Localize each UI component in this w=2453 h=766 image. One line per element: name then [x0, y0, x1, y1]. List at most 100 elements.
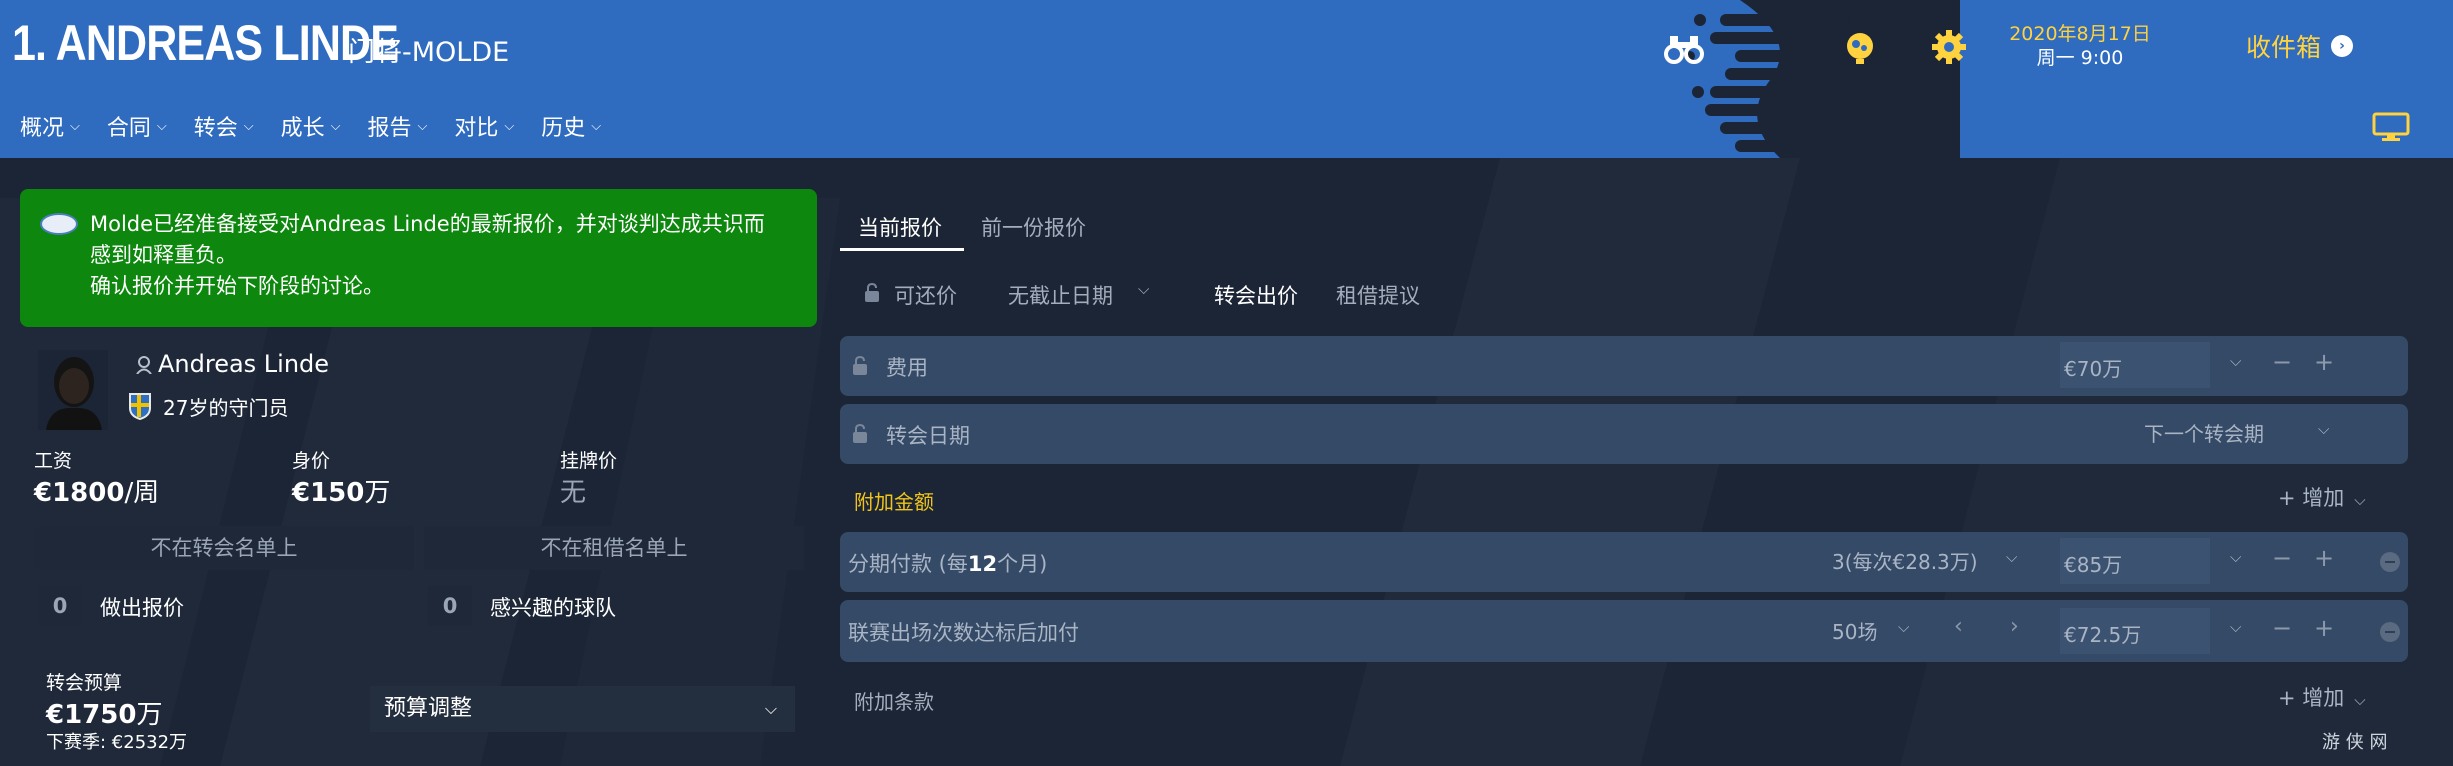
budget-unit: 万 — [136, 700, 163, 730]
chevron-down-icon[interactable]: ⌵ — [2230, 352, 2241, 370]
offer-accepted-notice[interactable]: Molde已经准备接受对Andreas Linde的最新报价，并对谈判达成共识而… — [20, 189, 817, 327]
nav-compare[interactable]: 对比 ⌵ — [454, 110, 514, 142]
chevron-down-icon[interactable]: ⌵ — [1898, 618, 1909, 636]
chevron-down-icon[interactable]: ⌵ — [2230, 548, 2241, 566]
nav-history[interactable]: 历史 ⌵ — [541, 110, 601, 142]
lock-icon[interactable] — [852, 424, 868, 444]
chevron-down-icon[interactable]: ⌵ — [2230, 618, 2241, 636]
date-time[interactable]: 2020年8月17日 周一 9:00 — [1990, 22, 2170, 70]
transfer-budget-value: €1750万 — [46, 694, 162, 731]
loan-offer-option[interactable]: 租借提议 — [1336, 280, 1420, 310]
add-label: 增加 — [2302, 486, 2345, 510]
appearances-input[interactable]: €72.5万 — [2060, 608, 2210, 654]
appearances-count[interactable]: 50场 — [1832, 616, 1877, 645]
chevron-down-icon[interactable]: ⌵ — [2318, 420, 2329, 438]
screen-icon[interactable] — [2372, 112, 2410, 142]
player-name[interactable]: Andreas Linde — [158, 350, 329, 378]
inbox-button[interactable]: 收件箱 › — [2246, 28, 2354, 64]
addons-heading: 附加金额 — [854, 490, 934, 514]
nav-development[interactable]: 成长 ⌵ — [281, 110, 341, 142]
header-stripes-decoration — [1685, 0, 1960, 158]
remove-icon[interactable] — [2380, 552, 2400, 572]
transfer-list-status: 不在转会名单上 — [34, 526, 414, 570]
deadline-dropdown[interactable]: 无截止日期 — [1008, 280, 1113, 310]
decrease-button[interactable]: − — [2272, 614, 2292, 642]
inbox-label: 收件箱 — [2246, 33, 2322, 62]
wage-label: 工资 — [34, 450, 73, 472]
football-icon[interactable] — [1842, 30, 1878, 66]
installments-count[interactable]: 3(每次€28.3万) — [1832, 546, 1978, 575]
interested-teams-count: 0 — [428, 586, 472, 626]
negotiable-toggle[interactable]: 可还价 — [894, 280, 957, 310]
fee-input[interactable]: €70万 — [2060, 342, 2210, 388]
nav-label: 概况 — [20, 116, 65, 141]
installments-label-c: 个月) — [997, 552, 1048, 576]
transfer-date-value[interactable]: 下一个转会期 — [2144, 418, 2264, 447]
chevron-down-icon: ⌵ — [1138, 280, 1150, 298]
value-unit: 万 — [364, 478, 391, 508]
clauses-heading: 附加条款 — [854, 690, 934, 714]
nav-transfer[interactable]: 转会 ⌵ — [194, 110, 254, 142]
notice-line-3: 确认报价并开始下阶段的讨论。 — [90, 274, 384, 298]
increase-button[interactable]: + — [2314, 544, 2334, 572]
transfer-date-row: 转会日期 下一个转会期 ⌵ — [840, 404, 2408, 464]
nav-label: 合同 — [106, 116, 151, 141]
plus-icon: + — [2278, 686, 2303, 710]
increase-button[interactable]: + — [2314, 614, 2334, 642]
notice-line-1: Molde已经准备接受对Andreas Linde的最新报价，并对谈判达成共识而 — [90, 212, 765, 236]
chevron-down-icon: ⌵ — [417, 118, 428, 134]
person-icon — [136, 356, 152, 374]
installments-label-a: 分期付款 (每 — [848, 552, 968, 576]
wage-unit: /周 — [124, 478, 160, 508]
chevron-down-icon[interactable]: ⌵ — [2006, 548, 2017, 566]
nav-overview[interactable]: 概况 ⌵ — [20, 110, 80, 142]
watermark: 游 侠 网 — [2322, 732, 2388, 753]
current-time: 周一 9:00 — [2036, 47, 2124, 69]
tab-current-offer[interactable]: 当前报价 — [858, 212, 942, 242]
remove-icon[interactable] — [2380, 622, 2400, 642]
chevron-right-icon: › — [2331, 35, 2354, 57]
value-label: 身价 — [292, 450, 331, 472]
decrease-button[interactable]: − — [2272, 544, 2292, 572]
offers-count: 0 — [38, 586, 82, 626]
plus-icon: + — [2278, 486, 2303, 510]
tab-underline — [840, 248, 964, 251]
chevron-down-icon: ⌵ — [330, 118, 341, 134]
nav-label: 成长 — [280, 116, 325, 141]
header-bar: 1. ANDREAS LINDE 门将-MOLDE 概况 ⌵ 合同 ⌵ 转会 ⌵ 成长… — [0, 0, 2453, 158]
transfer-offer-option[interactable]: 转会出价 — [1214, 280, 1298, 310]
chevron-down-icon: ⌵ — [70, 118, 80, 134]
nav-reports[interactable]: 报告 ⌵ — [368, 110, 428, 142]
chevron-left-icon[interactable]: ‹ — [1954, 614, 1963, 639]
fee-value: €70万 — [2064, 357, 2123, 381]
club-logo-icon — [40, 213, 78, 235]
nav-label: 报告 — [367, 116, 412, 141]
wage-amount: €1800 — [34, 478, 125, 508]
appearances-label: 联赛出场次数达标后加付 — [848, 621, 1079, 645]
add-addon-button[interactable]: + 增加 ⌵ — [2278, 482, 2366, 512]
lock-icon[interactable] — [852, 356, 868, 376]
decrease-button[interactable]: − — [2272, 348, 2292, 376]
budget-adjust-dropdown[interactable]: 预算调整 ⌵ — [370, 686, 795, 732]
chevron-down-icon: ⌵ — [2354, 691, 2366, 709]
installments-row: 分期付款 (每12个月) 3(每次€28.3万) ⌵ €85万 ⌵ − + — [840, 532, 2408, 592]
value-value: €150万 — [292, 472, 390, 509]
installments-input[interactable]: €85万 — [2060, 538, 2210, 584]
next-season-budget: 下赛季: €2532万 — [46, 732, 188, 753]
gear-icon[interactable] — [1930, 28, 1968, 66]
transfer-date-label: 转会日期 — [886, 424, 970, 448]
appearances-bonus-row: 联赛出场次数达标后加付 50场 ⌵ ‹ › €72.5万 ⌵ − + — [840, 600, 2408, 662]
add-clause-button[interactable]: + 增加 ⌵ — [2278, 682, 2366, 712]
binoculars-icon[interactable] — [1664, 32, 1704, 64]
nav-bar: 概况 ⌵ 合同 ⌵ 转会 ⌵ 成长 ⌵ 报告 ⌵ 对比 ⌵ 历史 ⌵ — [20, 110, 628, 142]
notice-line-2: 感到如释重负。 — [90, 243, 237, 267]
increase-button[interactable]: + — [2314, 348, 2334, 376]
chevron-down-icon: ⌵ — [504, 118, 515, 134]
tab-previous-offer[interactable]: 前一份报价 — [981, 212, 1086, 242]
chevron-down-icon: ⌵ — [156, 118, 167, 134]
chevron-right-icon[interactable]: › — [2010, 614, 2019, 639]
chevron-down-icon: ⌵ — [243, 118, 254, 134]
nav-label: 对比 — [454, 116, 499, 141]
nav-label: 历史 — [541, 116, 586, 141]
nav-contract[interactable]: 合同 ⌵ — [107, 110, 167, 142]
